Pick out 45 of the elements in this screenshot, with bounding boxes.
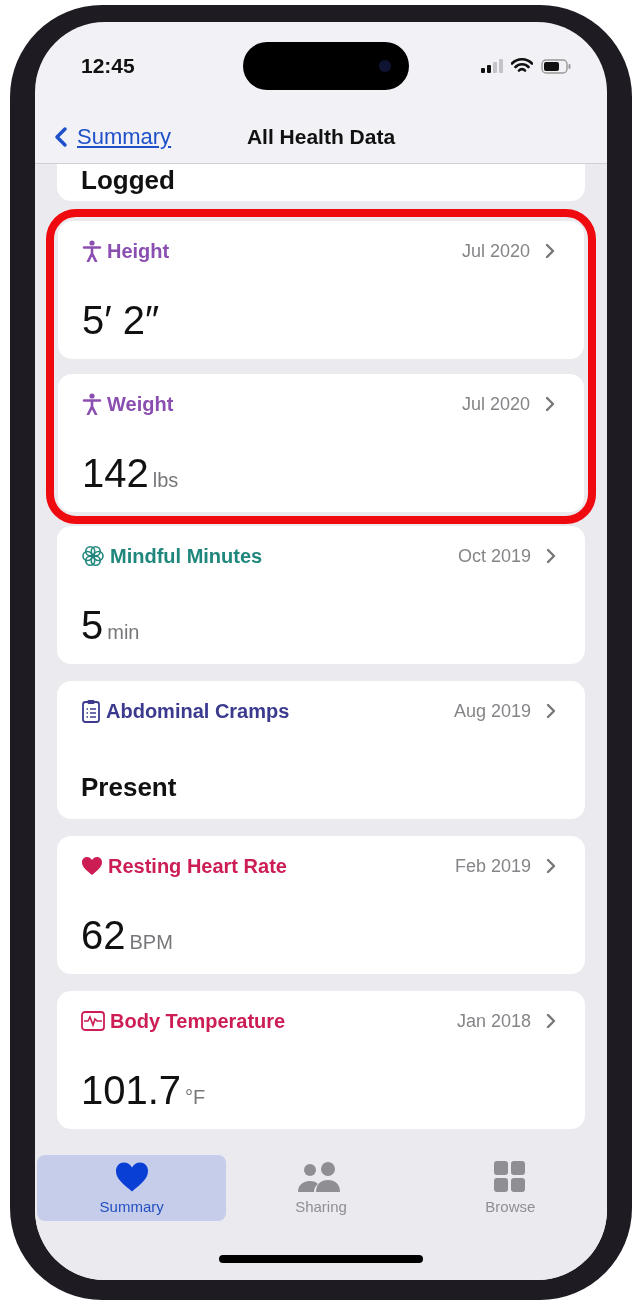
flower-icon	[81, 544, 105, 568]
health-record-card[interactable]: Weight Jul 2020 142 lbs	[58, 374, 584, 512]
record-title: Body Temperature	[110, 1009, 286, 1033]
record-unit: lbs	[152, 469, 179, 492]
record-date: Jul 2020	[461, 240, 530, 262]
record-date: Feb 2019	[454, 855, 531, 877]
signal-icon	[481, 59, 503, 73]
record-value: Logged	[81, 166, 175, 195]
record-date: Jul 2020	[461, 393, 530, 415]
wifi-icon	[511, 58, 533, 74]
record-value: 101.7	[81, 1068, 182, 1113]
record-value: Present	[81, 772, 177, 803]
status-time: 12:45	[81, 54, 136, 78]
health-record-card[interactable]: Mindful Minutes Oct 2019 5 min	[57, 526, 585, 664]
record-date: Jan 2018	[456, 1010, 531, 1032]
record-value: 5′ 2″	[82, 298, 160, 343]
record-value: 62	[81, 913, 126, 958]
health-record-card[interactable]: Resting Heart Rate Feb 2019 62 BPM	[57, 836, 585, 974]
person-icon	[82, 240, 102, 262]
health-record-card[interactable]: Abdominal Cramps Aug 2019 Present	[57, 681, 585, 819]
record-value: 142	[82, 451, 149, 496]
record-unit: min	[107, 621, 140, 644]
heart-icon	[113, 1161, 150, 1193]
battery-icon	[541, 58, 571, 74]
health-record-card[interactable]: Height Jul 2020 5′ 2″	[58, 221, 584, 359]
record-date: Aug 2019	[453, 700, 531, 722]
person-icon	[82, 393, 102, 415]
record-title: Abdominal Cramps	[106, 699, 290, 723]
record-date: Oct 2019	[457, 545, 531, 567]
clipboard-icon	[81, 699, 101, 723]
grid-icon	[494, 1161, 527, 1193]
heart-icon	[81, 856, 103, 876]
record-unit: °F	[185, 1086, 206, 1109]
record-title: Weight	[107, 392, 174, 416]
record-value: 5	[81, 603, 104, 648]
back-link[interactable]: Summary	[45, 120, 247, 153]
tab-bar-item[interactable]: Summary	[37, 1155, 227, 1221]
record-unit: BPM	[129, 931, 173, 954]
record-title: Mindful Minutes	[110, 544, 263, 568]
record-title: Resting Heart Rate	[108, 854, 287, 878]
record-title: Height	[107, 239, 170, 263]
health-record-card[interactable]: Body Temperature Jan 2018 101.7°F	[57, 991, 585, 1129]
page-title: All Health Data	[246, 124, 396, 149]
waveform-icon	[81, 1011, 105, 1031]
health-record-card[interactable]: Logged	[57, 164, 585, 201]
